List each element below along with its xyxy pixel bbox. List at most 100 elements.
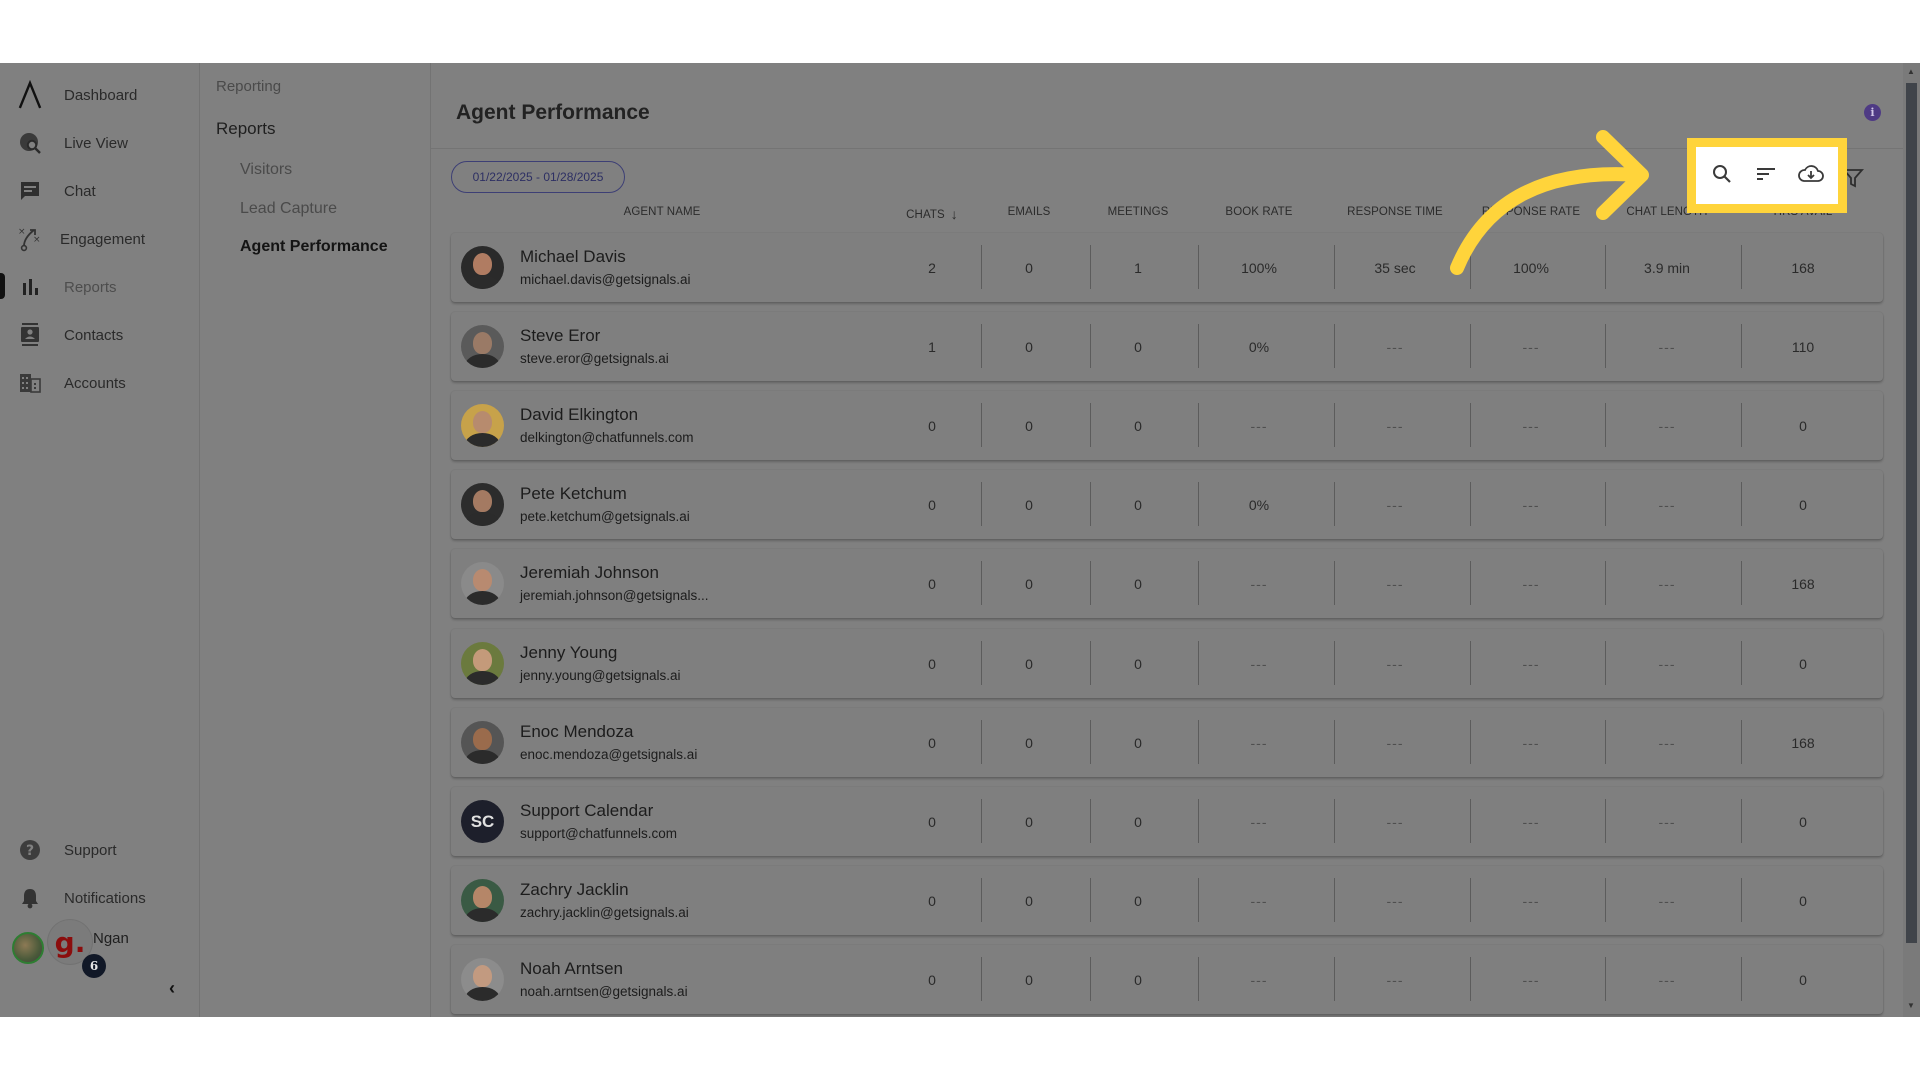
nav-item-chat[interactable]: Chat: [0, 171, 200, 211]
cell-chat-length: ---: [1658, 496, 1676, 513]
column-divider: [981, 799, 982, 843]
column-divider: [981, 878, 982, 922]
cell-chats: 0: [928, 734, 936, 751]
sort-icon[interactable]: [1755, 163, 1781, 189]
cell-book-rate: ---: [1250, 734, 1268, 751]
cell-emails: 0: [1025, 259, 1033, 276]
table-row[interactable]: David Elkington delkington@chatfunnels.co…: [451, 391, 1883, 460]
agent-email: michael.davis@getsignals.ai: [520, 272, 691, 287]
user-avatar: [12, 932, 44, 964]
nav-item-contacts[interactable]: Contacts: [0, 315, 200, 355]
cell-book-rate: ---: [1250, 417, 1268, 434]
nav-item-reports[interactable]: Reports: [0, 267, 200, 307]
column-divider: [1090, 878, 1091, 922]
cell-book-rate: 100%: [1241, 259, 1277, 276]
cell-chats: 0: [928, 417, 936, 434]
nav-item-support[interactable]: ? Support: [0, 830, 200, 870]
cell-book-rate: ---: [1250, 655, 1268, 672]
agent-email: noah.arntsen@getsignals.ai: [520, 984, 688, 999]
bell-icon: [18, 886, 42, 910]
cell-meetings: 1: [1134, 259, 1142, 276]
column-divider: [1470, 324, 1471, 368]
table-row[interactable]: Noah Arntsen noah.arntsen@getsignals.ai 0 0…: [451, 945, 1883, 1014]
cell-chats: 0: [928, 813, 936, 830]
agent-email: pete.ketchum@getsignals.ai: [520, 509, 690, 524]
cell-response-rate: ---: [1522, 734, 1540, 751]
nav-item-engagement[interactable]: × × Engagement: [0, 219, 200, 259]
nav-item-notifications[interactable]: Notifications: [0, 878, 200, 918]
column-header-label: Emails: [1007, 206, 1051, 218]
cell-meetings: 0: [1134, 338, 1142, 355]
table-row[interactable]: Jeremiah Johnson jeremiah.johnson@getsign…: [451, 549, 1883, 618]
column-divider: [1090, 403, 1091, 447]
cell-chats: 0: [928, 971, 936, 988]
column-header-chats[interactable]: Chats ↓: [906, 206, 958, 222]
scroll-up-arrow-icon[interactable]: ▲: [1907, 67, 1915, 76]
table-row[interactable]: Zachry Jacklin zachry.jacklin@getsignals.…: [451, 866, 1883, 935]
cell-meetings: 0: [1134, 813, 1142, 830]
table-row[interactable]: SC Support Calendar support@chatfunnels.co…: [451, 787, 1883, 856]
column-divider: [1090, 482, 1091, 526]
cell-response-time: ---: [1386, 496, 1404, 513]
nav-label: Notifications: [64, 889, 146, 907]
column-divider: [1470, 561, 1471, 605]
cell-chats: 0: [928, 575, 936, 592]
collapse-sidebar-button[interactable]: ‹: [162, 978, 182, 998]
date-range-picker[interactable]: 01/22/2025 - 01/28/2025: [451, 161, 625, 193]
user-profile[interactable]: g. Ngan 6: [12, 920, 192, 980]
column-header-response-rate[interactable]: Response Rate: [1482, 206, 1580, 218]
scroll-down-arrow-icon[interactable]: ▼: [1907, 1001, 1915, 1010]
column-divider: [981, 957, 982, 1001]
cell-chats: 2: [928, 259, 936, 276]
agent-email: jeremiah.johnson@getsignals...: [520, 588, 709, 603]
scrollbar-thumb[interactable]: [1906, 83, 1917, 943]
table-row[interactable]: Steve Eror steve.eror@getsignals.ai 1 0 0 0% -…: [451, 312, 1883, 381]
column-header-response-time[interactable]: Response Time: [1347, 206, 1443, 218]
cell-chat-length: ---: [1658, 417, 1676, 434]
column-divider: [1470, 878, 1471, 922]
column-divider: [1605, 561, 1606, 605]
table-row[interactable]: Pete Ketchum pete.ketchum@getsignals.ai 0 0…: [451, 470, 1883, 539]
column-divider: [1741, 720, 1742, 764]
column-divider: [1470, 403, 1471, 447]
cell-chat-length: ---: [1658, 575, 1676, 592]
nav-item-live-view[interactable]: Live View: [0, 123, 200, 163]
cell-book-rate: ---: [1250, 892, 1268, 909]
column-divider: [1198, 561, 1199, 605]
cell-hrs-avail: 168: [1791, 259, 1815, 276]
cell-response-rate: ---: [1522, 575, 1540, 592]
column-divider: [1090, 245, 1091, 289]
table-row[interactable]: Jenny Young jenny.young@getsignals.ai 0 0 0 -…: [451, 629, 1883, 698]
sort-descending-icon: ↓: [950, 206, 958, 222]
cell-response-time: 35 sec: [1374, 259, 1416, 276]
column-header-book-rate[interactable]: Book Rate: [1225, 206, 1292, 218]
column-header-emails[interactable]: Emails: [1008, 206, 1051, 218]
table-row[interactable]: Michael Davis michael.davis@getsignals.ai…: [451, 233, 1883, 302]
info-icon[interactable]: i: [1864, 104, 1881, 121]
column-divider: [1605, 641, 1606, 685]
column-header-agent-name[interactable]: Agent Name: [624, 206, 701, 218]
cell-chats: 0: [928, 655, 936, 672]
reports-subnav: Reporting Reports Visitors Lead Capture …: [200, 63, 431, 1017]
bar-chart-icon: [18, 275, 42, 299]
search-icon[interactable]: [1711, 163, 1737, 189]
nav-item-dashboard[interactable]: Dashboard: [0, 75, 200, 115]
column-header-meetings[interactable]: Meetings: [1108, 206, 1169, 218]
subnav-link-visitors[interactable]: Visitors: [240, 161, 292, 179]
scrollbar[interactable]: ▲ ▼: [1903, 63, 1920, 1017]
cell-emails: 0: [1025, 417, 1033, 434]
subnav-link-lead-capture[interactable]: Lead Capture: [240, 200, 337, 218]
cell-response-rate: 100%: [1513, 259, 1549, 276]
table-row[interactable]: Enoc Mendoza enoc.mendoza@getsignals.ai 0 0…: [451, 708, 1883, 777]
subnav-link-agent-performance[interactable]: Agent Performance: [240, 238, 388, 256]
nav-label: Live View: [64, 134, 128, 152]
svg-text:×: ×: [18, 227, 26, 237]
nav-item-accounts[interactable]: Accounts: [0, 363, 200, 403]
cloud-download-icon[interactable]: [1797, 163, 1827, 189]
agent-name: Steve Eror: [520, 326, 601, 345]
cell-emails: 0: [1025, 971, 1033, 988]
cell-hrs-avail: 0: [1799, 892, 1807, 909]
cell-meetings: 0: [1134, 971, 1142, 988]
cell-emails: 0: [1025, 734, 1033, 751]
cell-response-rate: ---: [1522, 971, 1540, 988]
